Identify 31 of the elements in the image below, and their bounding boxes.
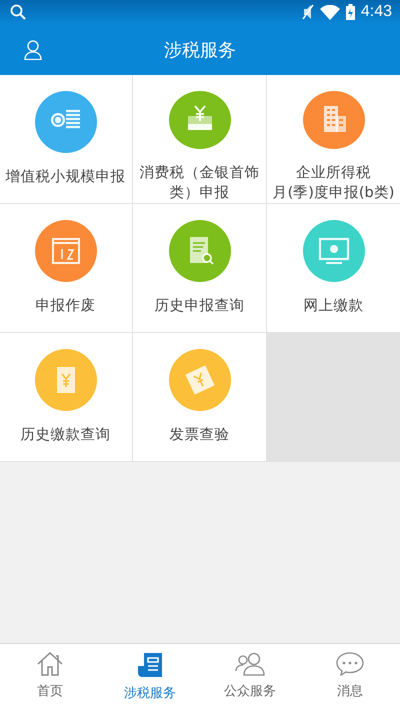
service-tile[interactable]: 发票查验	[133, 333, 266, 461]
nav-tab[interactable]: 消息	[300, 644, 400, 712]
service-tile[interactable]: 申报作废	[0, 204, 132, 332]
mute-icon	[302, 4, 314, 20]
service-label: 企业所得税 月(季)度申报(b类)	[272, 164, 394, 203]
nav-tab[interactable]: 首页	[0, 644, 100, 712]
home-icon	[37, 652, 63, 676]
service-label: 增值税小规模申报	[6, 168, 126, 187]
nav-tab[interactable]: 涉税服务	[100, 644, 200, 712]
chat-bubble-icon	[336, 652, 364, 676]
service-tile[interactable]: 增值税小规模申报	[0, 75, 132, 203]
wifi-icon	[320, 4, 340, 20]
user-icon[interactable]	[24, 40, 42, 60]
service-tile[interactable]: 网上缴款	[267, 204, 400, 332]
search-icon	[10, 4, 26, 20]
page-title: 涉税服务	[164, 38, 236, 62]
people-icon	[235, 652, 265, 676]
service-tile[interactable]: 历史缴款查询	[0, 333, 132, 461]
battery-icon	[346, 4, 355, 20]
service-label: 历史缴款查询	[20, 426, 110, 445]
service-label: 网上缴款	[304, 297, 364, 316]
service-label: 历史申报查询	[154, 297, 244, 316]
clock-time: 4:43	[360, 3, 392, 21]
service-tile[interactable]: 历史申报查询	[133, 204, 266, 332]
service-label: 申报作废	[36, 297, 96, 316]
service-tile[interactable]: 企业所得税 月(季)度申报(b类)	[267, 75, 400, 203]
newspaper-icon	[137, 652, 163, 678]
service-label: 发票查验	[170, 426, 230, 445]
nav-tab[interactable]: 公众服务	[200, 644, 300, 712]
service-tile[interactable]: 消费税（金银首饰 类）申报	[133, 75, 266, 203]
service-label: 消费税（金银首饰 类）申报	[140, 164, 260, 203]
